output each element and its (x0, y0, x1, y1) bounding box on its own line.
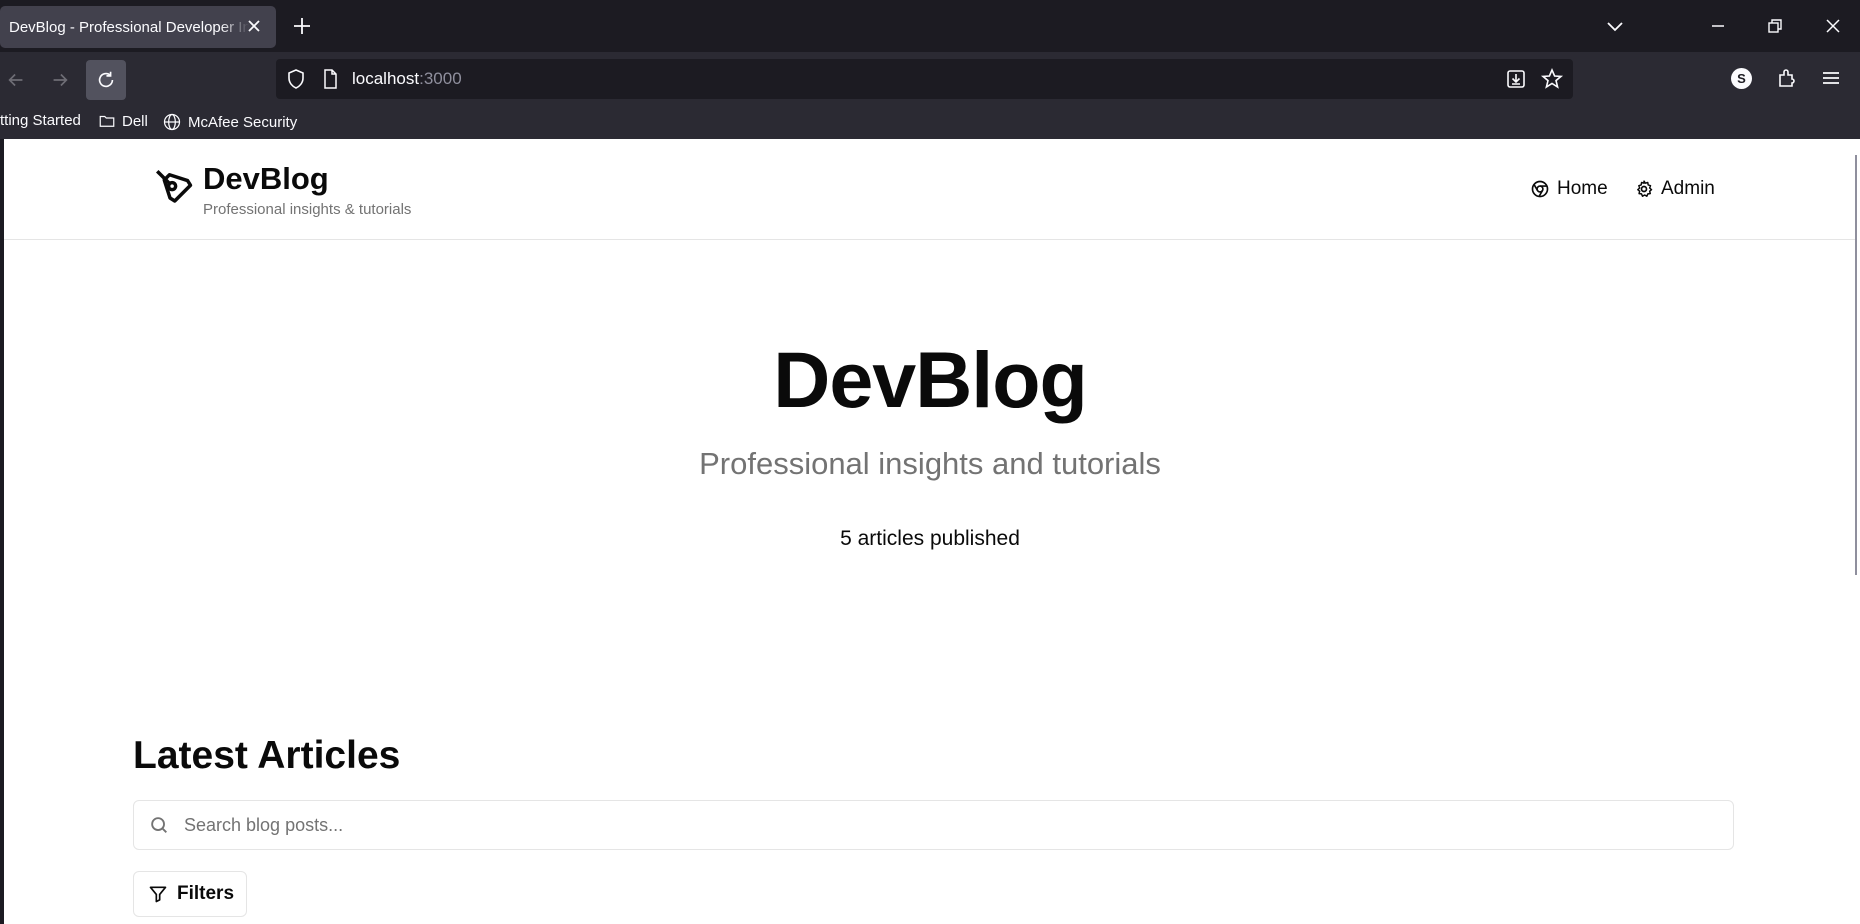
shield-icon[interactable] (284, 67, 308, 91)
bookmark-label: McAfee Security (188, 113, 298, 131)
search-input[interactable] (184, 802, 1714, 848)
page-icon[interactable] (318, 67, 342, 91)
arrow-left-icon (8, 73, 23, 87)
avatar-initial: S (1737, 71, 1746, 86)
menu-icon[interactable] (1819, 66, 1843, 90)
account-avatar[interactable]: S (1731, 68, 1752, 89)
arrow-right-icon (53, 73, 68, 87)
url-text: localhost:3000 (352, 69, 462, 88)
star-bookmark-icon[interactable] (1540, 67, 1564, 91)
browser-tab-active[interactable]: DevBlog - Professional Developer Insight… (0, 6, 276, 48)
chrome-icon (1531, 180, 1549, 198)
nav-admin-link[interactable]: Admin (1634, 178, 1715, 200)
bookmark-mcafee-security[interactable]: McAfee Security (162, 112, 297, 132)
forward-button[interactable] (40, 60, 80, 100)
bookmark-label: Dell (122, 112, 148, 130)
web-page: DevBlog Professional insights & tutorial… (4, 139, 1856, 924)
tab-title: DevBlog - Professional Developer Insight… (9, 18, 249, 36)
bookmark-folder-dell[interactable]: Dell (98, 112, 148, 130)
close-window-icon[interactable] (1821, 14, 1845, 38)
article-count: 5 articles published (840, 527, 1020, 550)
reload-button[interactable] (86, 60, 126, 100)
extensions-icon[interactable] (1775, 66, 1799, 90)
bookmarks-toolbar: tting Started Dell McAfee Security (0, 104, 1860, 139)
folder-icon (99, 115, 115, 127)
search-icon (151, 817, 167, 833)
filters-button[interactable]: Filters (133, 871, 247, 917)
hero-subtitle: Professional insights and tutorials (699, 446, 1161, 481)
restore-icon[interactable] (1763, 14, 1787, 38)
minimize-icon[interactable] (1706, 14, 1730, 38)
hero-title: DevBlog (773, 335, 1087, 424)
nav-home-label: Home (1557, 178, 1608, 199)
list-all-tabs-icon[interactable] (1603, 14, 1627, 38)
brand-tagline: Professional insights & tutorials (203, 201, 412, 218)
pen-tool-logo-icon[interactable] (152, 166, 194, 208)
gear-icon (1637, 180, 1653, 197)
close-tab-icon[interactable] (244, 16, 264, 36)
back-button[interactable] (0, 60, 36, 100)
bookmark-getting-started[interactable]: tting Started (0, 112, 81, 129)
filter-icon (149, 886, 167, 903)
save-page-icon[interactable] (1504, 67, 1528, 91)
address-bar[interactable]: localhost:3000 (276, 59, 1573, 99)
browser-tab-bar: DevBlog - Professional Developer Insight… (0, 0, 1860, 52)
bookmark-label: tting Started (0, 112, 81, 129)
filters-label: Filters (177, 883, 235, 904)
new-tab-icon[interactable] (290, 14, 314, 38)
reload-icon (98, 71, 114, 88)
globe-icon (163, 113, 181, 131)
section-title: Latest Articles (133, 734, 401, 777)
nav-admin-label: Admin (1661, 178, 1715, 199)
brand-name[interactable]: DevBlog (203, 161, 329, 197)
page-scrollbar[interactable] (1855, 155, 1857, 575)
search-box (133, 800, 1734, 850)
site-header: DevBlog Professional insights & tutorial… (4, 139, 1856, 240)
browser-navigation-bar: localhost:3000 S (0, 52, 1860, 104)
nav-home-link[interactable]: Home (1530, 178, 1608, 200)
